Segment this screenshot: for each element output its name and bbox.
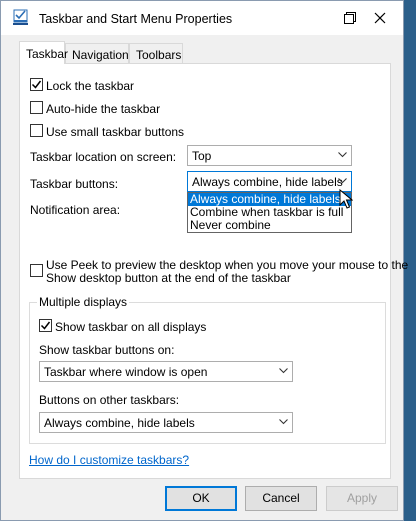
restore-icon — [344, 12, 356, 24]
use-peek-checkbox[interactable] — [30, 264, 43, 277]
notification-area-label: Notification area: — [30, 203, 121, 217]
mouse-cursor-icon — [339, 189, 353, 209]
taskbar-location-value: Top — [192, 149, 212, 163]
tab-navigation-label: Navigation — [72, 48, 129, 62]
chevron-down-icon — [279, 419, 288, 425]
tab-taskbar[interactable]: Taskbar — [19, 41, 69, 64]
title-bar[interactable]: Taskbar and Start Menu Properties — [1, 1, 403, 35]
use-peek-label-line2: Show desktop button at the end of the ta… — [46, 271, 291, 285]
dropdown-option-never-combine[interactable]: Never combine — [188, 219, 351, 232]
chevron-down-icon — [279, 368, 288, 374]
taskbar-properties-app-icon — [13, 9, 29, 26]
taskbar-buttons-select[interactable]: Always combine, hide labels — [187, 171, 352, 192]
small-buttons-checkbox[interactable] — [30, 124, 43, 137]
tab-toolbars-label: Toolbars — [136, 48, 182, 62]
autohide-taskbar-checkbox[interactable] — [30, 101, 43, 114]
chevron-down-icon — [338, 178, 347, 184]
help-link[interactable]: How do I customize taskbars? — [29, 453, 189, 467]
other-taskbars-buttons-label: Buttons on other taskbars: — [39, 393, 180, 407]
ok-button[interactable]: OK — [165, 486, 237, 511]
taskbar-buttons-value: Always combine, hide labels — [192, 175, 343, 189]
taskbar-buttons-label: Taskbar buttons: — [30, 177, 119, 191]
chevron-down-icon — [338, 152, 347, 158]
checkmark-icon — [31, 80, 42, 89]
lock-taskbar-checkbox[interactable] — [30, 78, 43, 91]
tab-toolbars[interactable]: Toolbars — [129, 43, 183, 64]
lock-taskbar-label: Lock the taskbar — [46, 79, 135, 93]
other-taskbars-buttons-select[interactable]: Always combine, hide labels — [39, 412, 293, 433]
close-button[interactable] — [357, 1, 403, 35]
show-buttons-on-label: Show taskbar buttons on: — [39, 343, 175, 357]
apply-button[interactable]: Apply — [326, 486, 398, 511]
tab-taskbar-label: Taskbar — [26, 47, 69, 61]
checkmark-icon — [40, 321, 51, 330]
other-taskbars-buttons-value: Always combine, hide labels — [44, 416, 195, 430]
properties-dialog: Taskbar and Start Menu Properties Taskba… — [0, 0, 408, 521]
use-peek-label-line1: Use Peek to preview the desktop when you… — [46, 258, 409, 272]
show-on-all-displays-checkbox[interactable] — [39, 319, 52, 332]
taskbar-buttons-dropdown-list: Always combine, hide labels Combine when… — [187, 192, 352, 233]
cancel-button[interactable]: Cancel — [245, 486, 317, 511]
show-on-all-displays-label: Show taskbar on all displays — [55, 320, 207, 334]
small-buttons-label: Use small taskbar buttons — [46, 125, 185, 139]
window-title: Taskbar and Start Menu Properties — [39, 12, 233, 26]
multiple-displays-title: Multiple displays — [37, 295, 130, 309]
taskbar-location-label: Taskbar location on screen: — [30, 150, 177, 164]
show-buttons-on-select[interactable]: Taskbar where window is open — [39, 361, 293, 382]
taskbar-location-select[interactable]: Top — [187, 145, 352, 166]
show-buttons-on-value: Taskbar where window is open — [44, 365, 208, 379]
close-icon — [374, 12, 386, 24]
autohide-taskbar-label: Auto-hide the taskbar — [46, 102, 161, 116]
tab-navigation[interactable]: Navigation — [65, 43, 129, 64]
